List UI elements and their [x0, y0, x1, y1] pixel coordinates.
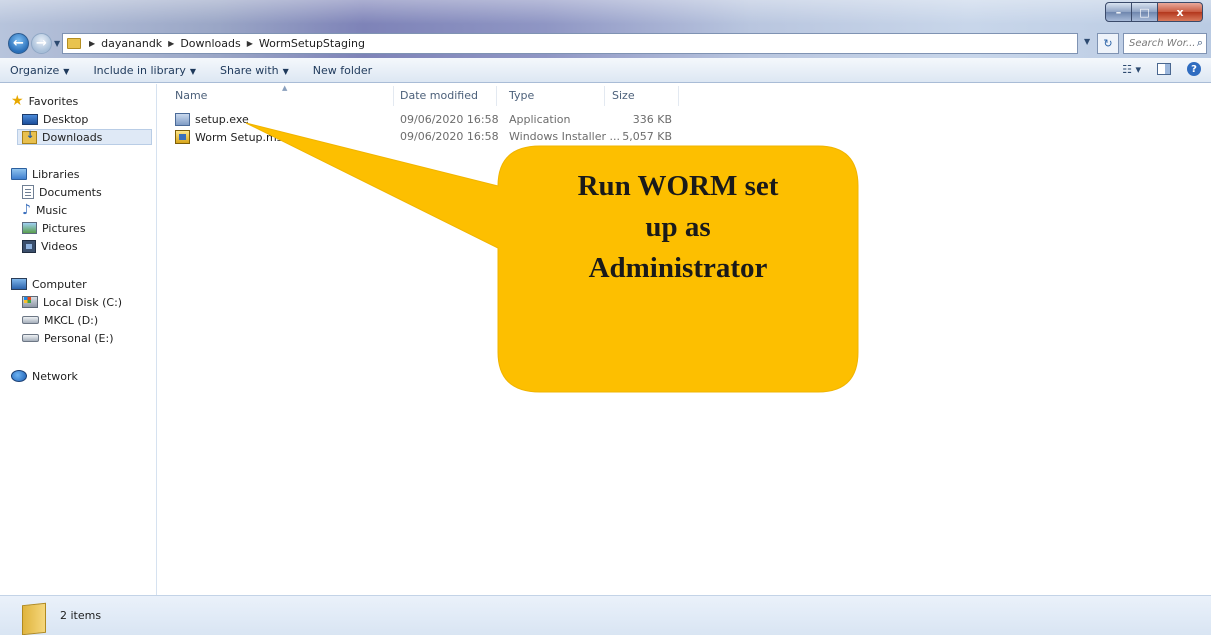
callout-line-1: Run WORM set [577, 170, 779, 202]
refresh-icon: ↻ [1103, 37, 1113, 50]
help-icon[interactable]: ? [1187, 62, 1201, 76]
file-row-worm-setup-msi[interactable]: Worm Setup.msi 09/06/2020 16:58 Windows … [170, 129, 680, 146]
breadcrumb-item-user[interactable]: dayanandk [101, 37, 162, 50]
file-date-cell: 09/06/2020 16:58 [400, 130, 499, 143]
back-arrow-icon: ← [13, 36, 24, 51]
breadcrumb-separator-icon[interactable]: ▶ [247, 39, 253, 48]
sidebar-item-music[interactable]: ♪ Music [22, 202, 67, 218]
change-view-icon[interactable]: ☷ ▾ [1122, 63, 1141, 76]
dropdown-arrow-icon: ▼ [282, 66, 289, 76]
column-header-name[interactable]: Name [175, 89, 207, 105]
preview-pane-icon[interactable] [1157, 63, 1171, 75]
breadcrumb-item-current-folder[interactable]: WormSetupStaging [259, 37, 365, 50]
sidebar-item-documents[interactable]: Documents [22, 184, 102, 200]
sidebar-item-network[interactable]: Network [11, 368, 78, 384]
column-divider[interactable] [604, 86, 605, 106]
callout-message: Run WORM set up as Administrator [498, 166, 858, 289]
status-bar: 2 items [0, 595, 1211, 635]
recent-pages-dropdown-icon[interactable]: ▼ [54, 39, 60, 48]
file-name-cell: setup.exe [175, 113, 249, 126]
documents-icon [22, 185, 34, 199]
sidebar-item-local-disk[interactable]: Local Disk (C:) [22, 294, 122, 310]
sidebar-item-computer[interactable]: Computer [11, 276, 87, 292]
libraries-icon [11, 168, 27, 180]
local-disk-icon [22, 296, 38, 308]
back-button[interactable]: ← [8, 33, 29, 54]
column-divider[interactable] [678, 86, 679, 106]
sidebar-item-libraries[interactable]: Libraries [11, 166, 80, 182]
navigation-pane: ★Favorites Desktop Downloads Libraries D… [0, 84, 157, 595]
drive-icon [22, 316, 39, 324]
forward-button[interactable]: → [31, 33, 52, 54]
address-dropdown-icon[interactable]: ▼ [1084, 37, 1090, 46]
view-controls: ☷ ▾ ? [1122, 62, 1201, 76]
sidebar-item-favorites[interactable]: ★ Favorites [11, 93, 78, 109]
file-type-cell: Windows Installer ... [509, 130, 620, 143]
organize-menu[interactable]: Organize ▼ [10, 64, 69, 77]
callout-line-2: up as [645, 211, 711, 243]
forward-arrow-icon: → [36, 36, 47, 51]
maximize-button[interactable]: □ [1132, 2, 1158, 22]
dropdown-arrow-icon: ▼ [189, 66, 197, 76]
application-icon [175, 113, 190, 126]
window-controls: – □ x [1105, 2, 1203, 22]
breadcrumb-separator-icon[interactable]: ▶ [168, 39, 174, 48]
sidebar-item-mkcl-drive[interactable]: MKCL (D:) [22, 312, 98, 328]
breadcrumb-separator-icon[interactable]: ▶ [89, 39, 95, 48]
search-input[interactable]: Search Wor... ⌕ [1123, 33, 1207, 54]
desktop-icon [22, 113, 38, 125]
drive-icon [22, 334, 39, 342]
navigation-buttons: ← → ▼ [8, 33, 60, 54]
column-header-type[interactable]: Type [509, 89, 534, 105]
refresh-button[interactable]: ↻ [1097, 33, 1119, 54]
sidebar-item-pictures[interactable]: Pictures [22, 220, 86, 236]
share-with-menu[interactable]: Share with ▼ [220, 64, 289, 77]
sidebar-item-desktop[interactable]: Desktop [22, 111, 88, 127]
breadcrumb-item-downloads[interactable]: Downloads [180, 37, 240, 50]
file-row-setup-exe[interactable]: setup.exe 09/06/2020 16:58 Application 3… [170, 112, 680, 129]
computer-icon [11, 278, 27, 290]
column-header-size[interactable]: Size [612, 89, 635, 105]
include-in-library-menu[interactable]: Include in library ▼ [93, 64, 196, 77]
search-icon[interactable]: ⌕ [1197, 36, 1203, 50]
file-date-cell: 09/06/2020 16:58 [400, 113, 499, 126]
address-bar[interactable]: ▶ dayanandk ▶ Downloads ▶ WormSetupStagi… [62, 33, 1078, 54]
item-count: 2 items [60, 609, 102, 622]
videos-icon [22, 239, 36, 253]
dropdown-arrow-icon: ▼ [63, 66, 70, 76]
folder-icon [67, 38, 81, 49]
search-placeholder: Search Wor... [1129, 38, 1196, 49]
sidebar-item-videos[interactable]: Videos [22, 238, 78, 254]
file-list: Name ▲ Date modified Type Size setup.exe… [158, 84, 1211, 595]
file-type-cell: Application [509, 113, 571, 126]
downloads-folder-icon [22, 130, 37, 144]
column-header-date-modified[interactable]: Date modified [400, 89, 478, 105]
column-divider[interactable] [393, 86, 394, 106]
column-divider[interactable] [496, 86, 497, 106]
network-icon [11, 370, 27, 382]
file-size-cell: 336 KB [632, 113, 672, 126]
pictures-icon [22, 222, 37, 234]
music-note-icon: ♪ [22, 202, 31, 218]
sidebar-item-personal-drive[interactable]: Personal (E:) [22, 330, 114, 346]
file-name-cell: Worm Setup.msi [175, 130, 286, 144]
breadcrumb: ▶ dayanandk ▶ Downloads ▶ WormSetupStagi… [87, 37, 365, 50]
sort-ascending-icon: ▲ [282, 84, 288, 92]
sidebar-item-downloads[interactable]: Downloads [17, 129, 152, 145]
star-icon: ★ [11, 93, 24, 109]
close-button[interactable]: x [1158, 2, 1203, 22]
minimize-button[interactable]: – [1105, 2, 1132, 22]
installer-icon [175, 130, 190, 144]
new-folder-button[interactable]: New folder [313, 64, 372, 77]
file-size-cell: 5,057 KB [622, 130, 672, 143]
command-bar: Organize ▼ Include in library ▼ Share with… [0, 58, 1211, 83]
callout-line-3: Administrator [588, 252, 768, 284]
folder-icon [22, 600, 48, 632]
